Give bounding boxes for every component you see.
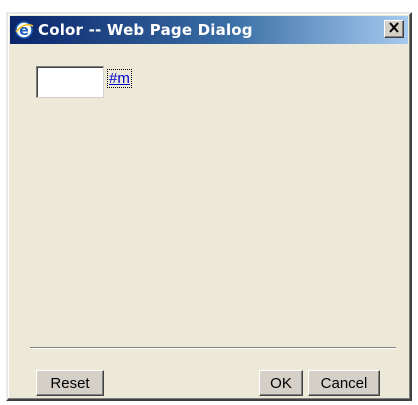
close-icon	[388, 20, 400, 38]
color-picker-link[interactable]: #m	[107, 69, 132, 88]
dialog-content: #m Reset OK Cancel	[10, 44, 408, 397]
ok-button[interactable]: OK	[259, 370, 303, 396]
reset-button[interactable]: Reset	[36, 370, 104, 396]
color-value-input[interactable]	[36, 66, 104, 98]
title-bar[interactable]: e Color -- Web Page Dialog	[10, 16, 408, 44]
cancel-button[interactable]: Cancel	[308, 370, 380, 396]
dialog-window: e Color -- Web Page Dialog #m Reset OK C…	[6, 12, 412, 401]
window-title: Color -- Web Page Dialog	[38, 21, 253, 39]
close-button[interactable]	[384, 20, 404, 38]
divider	[30, 347, 396, 349]
ie-icon: e	[14, 20, 34, 40]
